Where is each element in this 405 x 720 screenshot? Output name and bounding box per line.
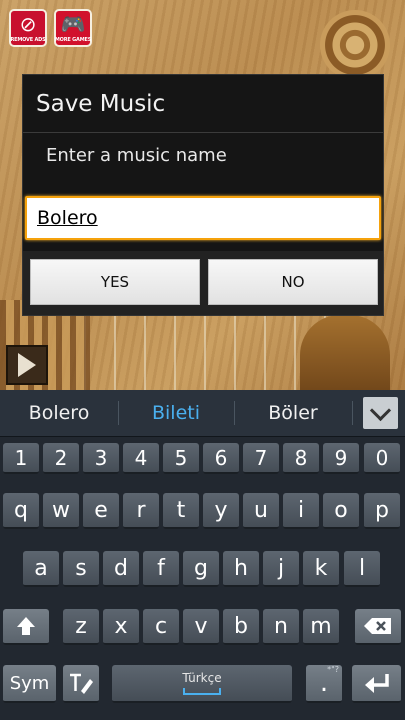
dialog-title: Save Music [36,91,166,117]
key-a[interactable]: a [23,551,59,587]
enter-key[interactable] [352,665,401,703]
gamepad-icon: 🎮 [60,12,86,36]
key-2[interactable]: 2 [43,443,79,474]
key-0[interactable]: 0 [364,443,400,474]
suggestion-3[interactable]: Böler [234,390,352,436]
key-8[interactable]: 8 [283,443,319,474]
key-j[interactable]: j [263,551,299,587]
suggestion-bar: Bolero Bileti Böler [0,390,405,437]
key-w[interactable]: w [43,493,79,529]
key-k[interactable]: k [303,551,339,587]
backspace-key[interactable] [355,609,401,645]
key-v[interactable]: v [183,609,219,645]
key-b[interactable]: b [223,609,259,645]
space-key-label: Türkçe [182,671,222,685]
key-e[interactable]: e [83,493,119,529]
key-7[interactable]: 7 [243,443,279,474]
handwriting-pen-icon [70,673,93,694]
backspace-icon [364,618,391,634]
collapse-suggestions-button[interactable] [363,397,398,429]
key-6[interactable]: 6 [203,443,239,474]
key-9[interactable]: 9 [323,443,359,474]
dialog-divider [23,132,383,133]
soft-keyboard: Bolero Bileti Böler 1 2 3 4 5 6 7 8 9 0 … [0,390,405,720]
key-h[interactable]: h [223,551,259,587]
remove-ads-label: REMOVE ADS [10,37,46,43]
key-t[interactable]: t [163,493,199,529]
enter-arrow-icon [364,674,389,693]
remove-ads-button[interactable]: ⊘ REMOVE ADS [9,9,47,47]
key-r[interactable]: r [123,493,159,529]
key-l[interactable]: l [344,551,380,587]
dialog-message: Enter a music name [46,145,227,166]
suggestion-2[interactable]: Bileti [118,390,234,436]
period-key-hint: *"? [327,665,339,674]
space-key[interactable]: Türkçe [112,665,292,703]
handwriting-key[interactable] [63,665,99,703]
key-z[interactable]: z [63,609,99,645]
key-n[interactable]: n [263,609,299,645]
key-d[interactable]: d [103,551,139,587]
shift-arrow-icon [17,617,35,635]
key-i[interactable]: i [283,493,319,529]
more-games-label: MORE GAMES [54,37,92,43]
key-f[interactable]: f [143,551,179,587]
shift-key[interactable] [3,609,49,645]
harp-base [300,315,390,390]
key-1[interactable]: 1 [3,443,39,474]
harp-scroll-ornament [320,10,390,80]
more-games-button[interactable]: 🎮 MORE GAMES [54,9,92,47]
period-key[interactable]: *"? . [306,665,342,703]
key-m[interactable]: m [303,609,339,645]
key-o[interactable]: o [323,493,359,529]
suggestion-divider [352,401,353,425]
sym-key[interactable]: Sym [3,665,56,703]
key-p[interactable]: p [364,493,400,529]
key-s[interactable]: s [63,551,99,587]
key-c[interactable]: c [143,609,179,645]
dialog-button-bar: YES NO [23,251,383,315]
key-q[interactable]: q [3,493,39,529]
suggestion-1[interactable]: Bolero [0,390,118,436]
key-4[interactable]: 4 [123,443,159,474]
key-g[interactable]: g [183,551,219,587]
space-bar-icon [183,688,221,695]
save-music-dialog: Save Music Enter a music name YES NO [22,74,384,316]
key-u[interactable]: u [243,493,279,529]
yes-button[interactable]: YES [30,259,200,305]
music-name-input[interactable] [25,196,381,240]
chevron-down-icon [369,399,392,421]
play-button[interactable] [6,345,48,385]
key-5[interactable]: 5 [163,443,199,474]
no-button[interactable]: NO [208,259,378,305]
play-icon [18,353,36,377]
key-y[interactable]: y [203,493,239,529]
no-entry-icon: ⊘ [19,12,37,36]
key-3[interactable]: 3 [83,443,119,474]
key-x[interactable]: x [103,609,139,645]
